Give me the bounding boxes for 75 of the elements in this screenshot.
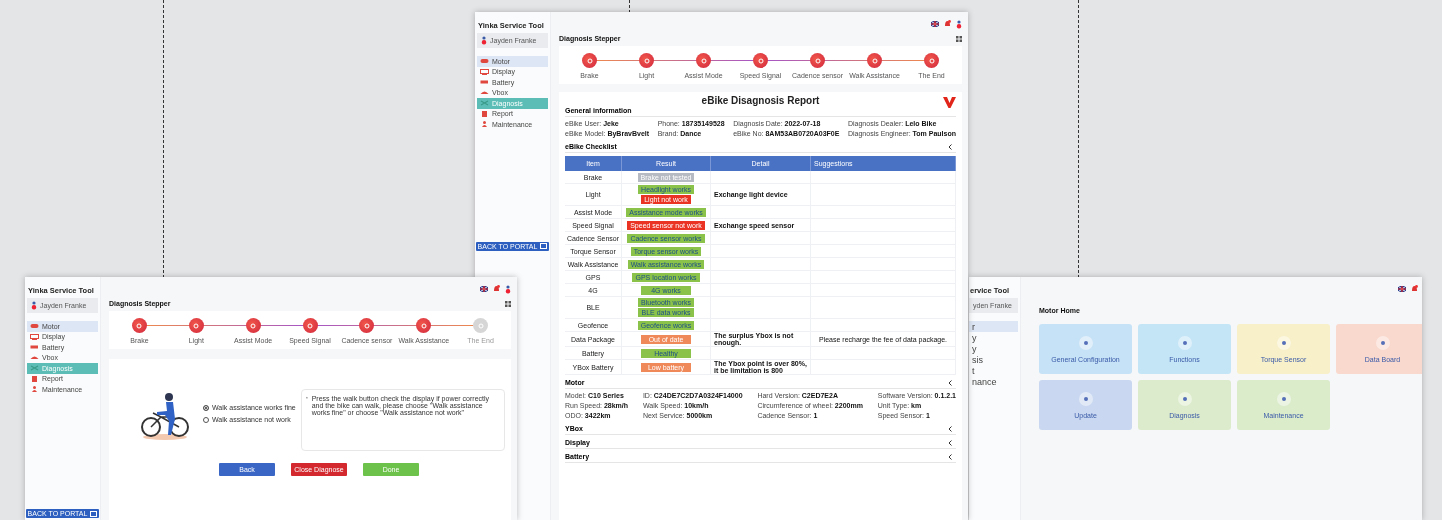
menu-item[interactable]: t	[969, 365, 1018, 376]
person-icon	[30, 386, 39, 393]
ring-icon	[307, 322, 313, 329]
ring-icon	[136, 322, 143, 329]
circle-icon	[1276, 391, 1291, 406]
step-marker[interactable]	[867, 53, 882, 68]
ring-icon	[757, 57, 764, 64]
document-icon	[480, 110, 489, 117]
ring-icon	[643, 57, 650, 64]
bike-drawing	[139, 391, 191, 441]
avatar-icon	[481, 36, 487, 45]
menu-item[interactable]: y	[969, 343, 1018, 354]
step-marker[interactable]	[188, 318, 204, 333]
monitor-icon	[30, 333, 39, 340]
grid-icon[interactable]	[956, 35, 962, 42]
ring-icon	[928, 57, 935, 64]
umbrella-icon	[480, 89, 489, 96]
step-marker[interactable]	[696, 53, 711, 68]
umbrella-icon	[30, 354, 39, 361]
ring-icon	[871, 57, 878, 64]
person-icon	[480, 121, 489, 128]
menu-item[interactable]: nance	[969, 376, 1018, 387]
step-marker[interactable]	[359, 318, 375, 333]
step-marker[interactable]	[131, 318, 147, 333]
radio-button[interactable]	[203, 416, 209, 423]
flag-icon[interactable]	[1398, 286, 1406, 292]
battery-icon	[480, 79, 489, 86]
step-marker[interactable]	[416, 318, 432, 333]
ring-icon	[363, 322, 370, 329]
step-marker[interactable]	[639, 53, 654, 68]
grid-icon[interactable]	[505, 300, 511, 307]
ring-icon	[586, 57, 593, 64]
pill-icon	[480, 58, 489, 65]
avatar-icon[interactable]	[505, 284, 511, 294]
pill-icon	[30, 323, 39, 330]
ring-icon	[700, 57, 707, 64]
ring-icon	[477, 322, 484, 329]
monitor-icon	[480, 68, 489, 75]
battery-icon	[30, 344, 39, 351]
scissors-icon	[30, 365, 39, 372]
flag-icon[interactable]	[931, 21, 939, 27]
step-marker[interactable]	[924, 53, 939, 68]
circle-icon	[1276, 335, 1291, 350]
report-title: eBike Disagnosis Report	[701, 95, 820, 106]
chevron-left-icon[interactable]	[948, 143, 952, 150]
box-icon	[90, 510, 98, 517]
scissors-icon	[480, 100, 489, 107]
step-marker[interactable]	[302, 318, 318, 333]
bell-icon[interactable]	[944, 20, 951, 28]
bell-icon[interactable]	[493, 285, 500, 293]
step-marker[interactable]	[245, 318, 261, 333]
document-icon	[30, 375, 39, 382]
bell-icon[interactable]	[1411, 285, 1418, 293]
step-marker[interactable]	[810, 53, 825, 68]
ring-icon	[420, 322, 427, 329]
circle-icon	[1078, 391, 1093, 406]
menu-item[interactable]: r	[969, 321, 1018, 332]
ring-icon	[250, 322, 257, 329]
chevron-left-icon[interactable]	[948, 379, 952, 386]
ring-icon	[193, 322, 200, 329]
circle-icon	[1375, 335, 1390, 350]
circle-icon	[1177, 391, 1192, 406]
step-marker[interactable]	[753, 53, 768, 68]
flag-icon[interactable]	[480, 286, 488, 292]
menu-item[interactable]: sis	[969, 354, 1018, 365]
box-icon	[540, 243, 548, 249]
circle-icon	[1078, 335, 1093, 350]
avatar-icon[interactable]	[956, 19, 962, 29]
step-marker[interactable]	[582, 53, 597, 68]
ring-icon	[814, 57, 821, 64]
step-marker[interactable]	[473, 318, 489, 333]
avatar-icon	[31, 301, 37, 310]
circle-icon	[1177, 335, 1192, 350]
menu-item[interactable]: y	[969, 332, 1018, 343]
chevron-logo-icon	[943, 97, 956, 108]
